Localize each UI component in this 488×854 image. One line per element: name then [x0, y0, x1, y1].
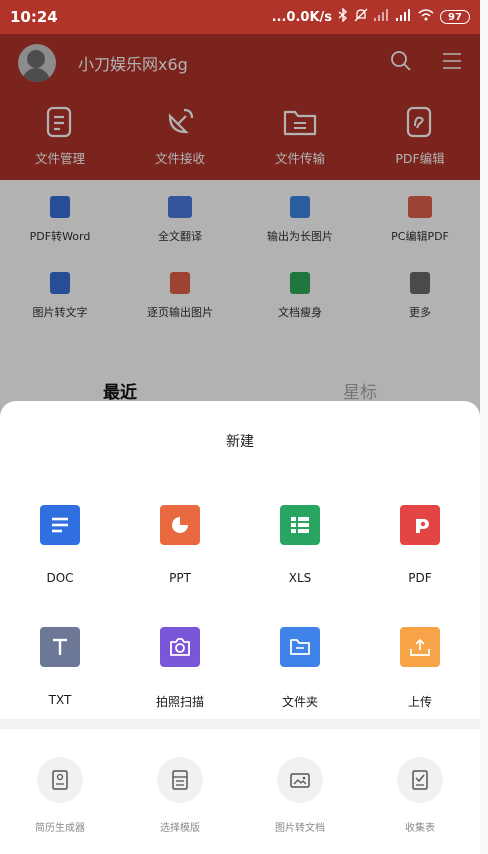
wifi-icon: [418, 9, 434, 25]
image-to-doc-icon: [277, 757, 323, 803]
cell-label: DOC: [46, 571, 74, 585]
collect-form-button[interactable]: 收集表: [360, 757, 480, 834]
folder-icon: [280, 627, 320, 667]
signal-1-icon: [374, 9, 390, 25]
resume-icon: [37, 757, 83, 803]
status-indicators: ...0.0K/s 97: [271, 7, 470, 26]
doc-icon: [40, 505, 80, 545]
ppt-icon: [160, 505, 200, 545]
cell-label: PDF: [408, 571, 432, 585]
signal-2-icon: [396, 9, 412, 25]
new-txt-button[interactable]: TXT: [0, 627, 120, 710]
pdf-icon: [400, 505, 440, 545]
mute-bell-icon: [354, 8, 368, 26]
choose-template-button[interactable]: 选择模版: [120, 757, 240, 834]
cell-label: PPT: [169, 571, 191, 585]
upload-icon: [400, 627, 440, 667]
more-options-row: 简历生成器 选择模版 图片转文档 收集表: [0, 757, 480, 834]
camera-scan-button[interactable]: 拍照扫描: [120, 627, 240, 710]
new-file-sheet: 新建 DOC PPT XLS PDF TXT 拍照扫描 文件夹 上传 简历生成器…: [0, 401, 480, 854]
cell-label: 拍照扫描: [155, 695, 204, 709]
status-bar: 10:24 ...0.0K/s 97: [0, 0, 480, 34]
new-folder-button[interactable]: 文件夹: [240, 627, 360, 710]
upload-button[interactable]: 上传: [360, 627, 480, 710]
cell-label: 文件夹: [281, 695, 318, 709]
bcell-label: 选择模版: [160, 823, 200, 834]
xls-icon: [280, 505, 320, 545]
txt-icon: [40, 627, 80, 667]
new-ppt-button[interactable]: PPT: [120, 505, 240, 585]
image-to-doc-button[interactable]: 图片转文档: [240, 757, 360, 834]
cell-label: 上传: [407, 695, 432, 709]
new-row-1: DOC PPT XLS PDF: [0, 505, 480, 585]
form-collect-icon: [397, 757, 443, 803]
battery-indicator: 97: [440, 10, 470, 24]
new-doc-button[interactable]: DOC: [0, 505, 120, 585]
network-speed: ...0.0K/s: [271, 9, 332, 25]
new-xls-button[interactable]: XLS: [240, 505, 360, 585]
cell-label: TXT: [48, 693, 72, 707]
camera-scan-icon: [160, 627, 200, 667]
bcell-label: 图片转文档: [275, 823, 325, 834]
resume-generator-button[interactable]: 简历生成器: [0, 757, 120, 834]
bluetooth-icon: [338, 7, 348, 26]
cell-label: XLS: [288, 571, 312, 585]
status-time: 10:24: [10, 8, 58, 26]
sheet-title: 新建: [226, 434, 254, 450]
section-divider: [0, 719, 480, 729]
new-pdf-button[interactable]: PDF: [360, 505, 480, 585]
new-row-2: TXT 拍照扫描 文件夹 上传: [0, 627, 480, 710]
template-icon: [157, 757, 203, 803]
bcell-label: 简历生成器: [35, 823, 85, 834]
bcell-label: 收集表: [405, 823, 435, 834]
right-gutter: [480, 0, 488, 854]
